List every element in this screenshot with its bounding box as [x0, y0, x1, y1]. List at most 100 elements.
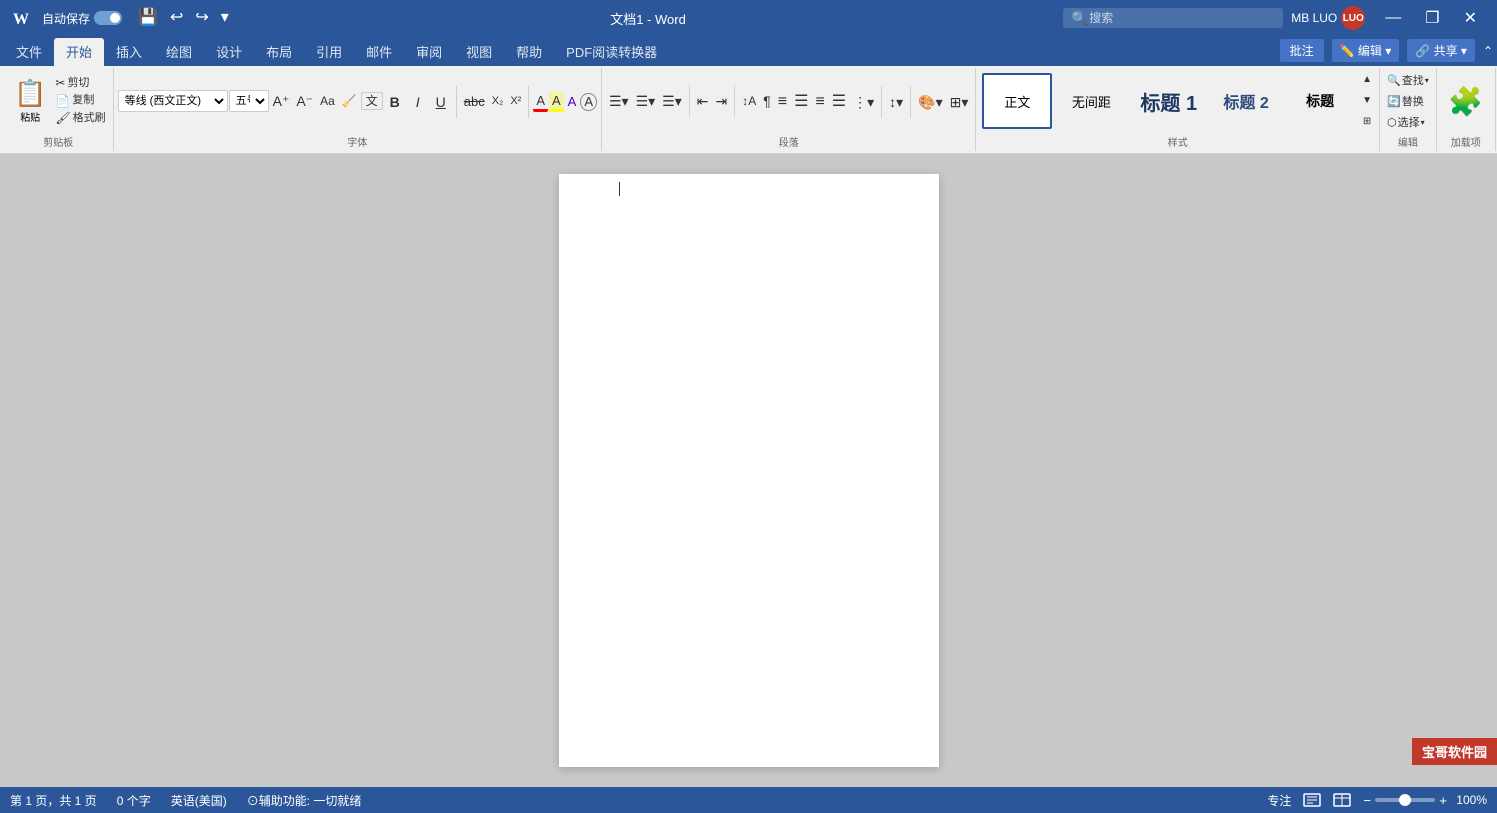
- addins-content: 🧩: [1441, 70, 1491, 132]
- tab-home[interactable]: 开始: [54, 38, 104, 66]
- highlight-button[interactable]: A: [549, 92, 564, 113]
- sort-button[interactable]: ↕A: [739, 93, 759, 109]
- title-bar: W 自动保存 💾 ↩ ↪ ▾ 文档1 - Word 🔍 MB LUO LUO —…: [0, 0, 1497, 36]
- font-content: 等线 (西文正文) 五号 A⁺ A⁻ Aa 🧹 文 B I U abc X₂ X…: [118, 70, 597, 132]
- edit-button[interactable]: ✏️ 编辑 ▾: [1332, 39, 1400, 62]
- comment-button[interactable]: 批注: [1280, 39, 1324, 62]
- restore-button[interactable]: ❐: [1413, 4, 1451, 32]
- font-grow-button[interactable]: A⁺: [270, 92, 293, 111]
- clipboard-group: 📋 粘贴 ✂剪切 📄复制 🖌格式刷 剪贴板: [4, 68, 114, 151]
- font-color-button[interactable]: A: [533, 92, 548, 113]
- tab-review[interactable]: 审阅: [404, 38, 454, 66]
- focus-mode-button[interactable]: 专注: [1267, 792, 1291, 809]
- tab-design[interactable]: 设计: [204, 38, 254, 66]
- column-button[interactable]: ⋮▾: [850, 93, 877, 112]
- more-quick-button[interactable]: ▾: [217, 8, 233, 28]
- styles-scroll-up[interactable]: ▲: [1359, 73, 1375, 87]
- style-h1[interactable]: 标题 1: [1130, 73, 1207, 129]
- show-hide-button[interactable]: ¶: [760, 92, 774, 111]
- paragraph-label: 段落: [606, 132, 971, 149]
- find-button[interactable]: 🔍查找▾: [1384, 70, 1432, 90]
- font-shrink-button[interactable]: A⁻: [293, 92, 316, 111]
- select-label: 选择: [1398, 114, 1420, 130]
- paragraph-group: ☰▾ ☰▾ ☰▾ ⇤ ⇥ ↕A ¶ ≡ ☰ ≡ ☰ ⋮▾ ↕▾ 🎨▾ ⊞▾: [602, 68, 976, 151]
- clipboard-content: 📋 粘贴 ✂剪切 📄复制 🖌格式刷: [8, 70, 109, 132]
- auto-save-toggle[interactable]: [94, 11, 122, 25]
- paragraph-content: ☰▾ ☰▾ ☰▾ ⇤ ⇥ ↕A ¶ ≡ ☰ ≡ ☰ ⋮▾ ↕▾ 🎨▾ ⊞▾: [606, 70, 971, 132]
- indent-button[interactable]: ⇥: [712, 92, 730, 111]
- style-h2[interactable]: 标题 2: [1211, 73, 1281, 129]
- replace-button[interactable]: 🔄替换: [1384, 91, 1427, 111]
- ribbon-tabs: 文件 开始 插入 绘图 设计 布局 引用 邮件 审阅 视图 帮助 PDF阅读转换…: [0, 36, 1497, 66]
- clear-format-button[interactable]: 🧹: [339, 93, 360, 109]
- close-button[interactable]: ✕: [1452, 4, 1489, 32]
- share-button[interactable]: 🔗 共享 ▾: [1407, 39, 1475, 62]
- addins-icon[interactable]: 🧩: [1448, 85, 1483, 118]
- tab-layout[interactable]: 布局: [254, 38, 304, 66]
- styles-scroll-down[interactable]: ▼: [1359, 94, 1375, 108]
- shading-button[interactable]: 🎨▾: [915, 93, 945, 112]
- tab-insert[interactable]: 插入: [104, 38, 154, 66]
- multilevel-list-button[interactable]: ☰▾: [659, 92, 685, 111]
- zoom-in-button[interactable]: +: [1439, 793, 1447, 808]
- font-size-select[interactable]: 五号: [229, 90, 269, 112]
- superscript-button[interactable]: X²: [507, 94, 524, 109]
- select-button[interactable]: ⬡选择▾: [1384, 112, 1428, 132]
- tab-references[interactable]: 引用: [304, 38, 354, 66]
- zoom-level: 100%: [1451, 793, 1487, 807]
- change-case-button[interactable]: Aa: [317, 93, 338, 109]
- phonetic-button[interactable]: 文: [361, 92, 383, 110]
- align-left-button[interactable]: ≡: [775, 91, 790, 112]
- borders-button[interactable]: ⊞▾: [947, 93, 972, 112]
- copy-button[interactable]: 📄复制: [52, 93, 108, 109]
- tab-view[interactable]: 视图: [454, 38, 504, 66]
- styles-label: 样式: [980, 132, 1375, 149]
- dedent-button[interactable]: ⇤: [694, 92, 712, 111]
- tab-draw[interactable]: 绘图: [154, 38, 204, 66]
- word-logo: W: [8, 4, 36, 32]
- redo-button[interactable]: ↪: [191, 8, 212, 28]
- tab-file[interactable]: 文件: [4, 38, 54, 66]
- zoom-slider[interactable]: [1375, 798, 1435, 802]
- align-center-button[interactable]: ☰: [791, 91, 811, 112]
- encircle-button[interactable]: A: [580, 93, 597, 111]
- tab-help[interactable]: 帮助: [504, 38, 554, 66]
- tab-pdf[interactable]: PDF阅读转换器: [554, 38, 669, 66]
- style-h1-label: 标题 1: [1140, 87, 1197, 116]
- strikethrough-button[interactable]: abc: [461, 93, 488, 111]
- numbered-list-button[interactable]: ☰▾: [633, 92, 659, 111]
- style-h[interactable]: 标题: [1285, 73, 1355, 129]
- justify-button[interactable]: ☰: [829, 91, 849, 112]
- minimize-button[interactable]: —: [1373, 4, 1413, 32]
- subscript-button[interactable]: X₂: [489, 94, 507, 109]
- style-normal[interactable]: 正文: [982, 73, 1052, 129]
- underline-button[interactable]: U: [430, 93, 452, 112]
- style-nospace[interactable]: 无间距: [1056, 73, 1126, 129]
- auto-save-area: 自动保存: [42, 10, 122, 27]
- status-bar: 第 1 页，共 1 页 0 个字 英语(美国) ⊙辅助功能: 一切就绪 专注 −…: [0, 787, 1497, 813]
- save-button[interactable]: 💾: [134, 8, 162, 28]
- bold-button[interactable]: B: [384, 93, 406, 112]
- styles-more[interactable]: ⊞: [1359, 115, 1375, 129]
- tab-mail[interactable]: 邮件: [354, 38, 404, 66]
- zoom-out-button[interactable]: −: [1363, 793, 1371, 808]
- search-input[interactable]: [1063, 8, 1283, 28]
- align-right-button[interactable]: ≡: [812, 91, 827, 112]
- status-right-area: 专注 − + 100%: [1267, 791, 1487, 809]
- paste-button[interactable]: 📋 粘贴: [8, 74, 52, 128]
- ribbon-bar: 📋 粘贴 ✂剪切 📄复制 🖌格式刷 剪贴板: [0, 66, 1497, 154]
- print-layout-icon[interactable]: [1303, 791, 1321, 809]
- bullet-list-button[interactable]: ☰▾: [606, 92, 632, 111]
- font-name-select[interactable]: 等线 (西文正文): [118, 90, 228, 112]
- format-painter-button[interactable]: 🖌格式刷: [52, 110, 108, 126]
- text-effect-button[interactable]: A: [565, 93, 580, 111]
- ribbon-collapse-button[interactable]: ⌃: [1483, 44, 1493, 58]
- cut-button[interactable]: ✂剪切: [52, 75, 108, 91]
- undo-button[interactable]: ↩: [166, 8, 187, 28]
- accessibility: ⊙辅助功能: 一切就绪: [247, 792, 362, 809]
- italic-button[interactable]: I: [407, 93, 429, 112]
- web-layout-icon[interactable]: [1333, 791, 1351, 809]
- page-info: 第 1 页，共 1 页: [10, 792, 97, 809]
- line-spacing-button[interactable]: ↕▾: [886, 93, 906, 112]
- document-page[interactable]: [559, 174, 939, 767]
